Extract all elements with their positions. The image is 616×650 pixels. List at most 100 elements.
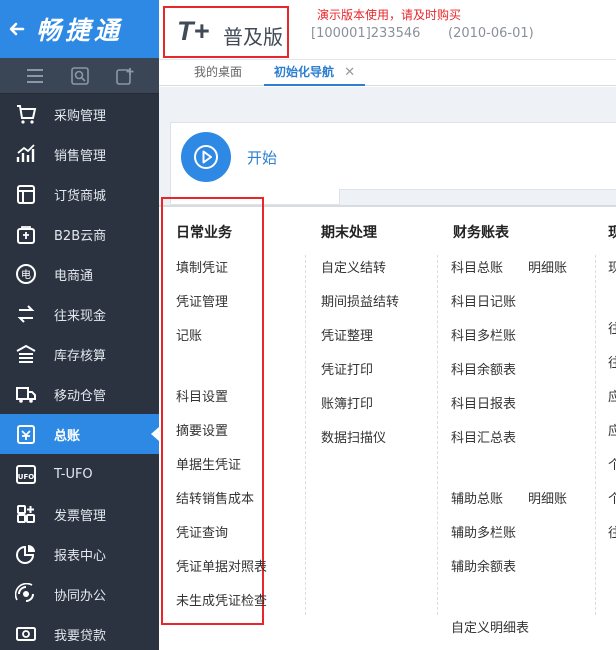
sidebar-item-inventory[interactable]: 库存核算 [0, 334, 159, 374]
sidebar-item-report-center[interactable]: 报表中心 [0, 534, 159, 574]
add-shortcut-icon[interactable] [114, 65, 136, 87]
sidebar-item-label: 电商通 [54, 268, 94, 284]
sidebar-item-label: 往来现金 [54, 308, 107, 324]
link-cut-3[interactable]: 往 [608, 352, 616, 371]
sidebar-item-general-ledger[interactable]: 总账 [0, 414, 159, 454]
tab-init-guide[interactable]: 初始化导航 ✕ [264, 60, 366, 86]
logo-edition: 普及版 [223, 25, 283, 49]
demo-notice[interactable]: 演示版本使用，请及时购买 [317, 6, 461, 23]
column-title-cut: 现 [608, 225, 616, 241]
sidebar-item-label: 我要贷款 [54, 628, 107, 644]
link-cut-8[interactable]: 往 [608, 522, 616, 541]
link-cut-2[interactable]: 往 [608, 318, 616, 337]
sidebar-menu: 采购管理 销售管理 订货商城 B2B云商 电 电商通 往来现金 库存核算 移动仓… [0, 94, 159, 650]
link-custom-carry[interactable]: 自定义结转 [321, 257, 386, 276]
column-title-period-end: 期末处理 [321, 225, 377, 241]
link-multi-column[interactable]: 科目多栏账 [451, 325, 516, 344]
sidebar-item-collaboration[interactable]: 协同办公 [0, 574, 159, 614]
link-voucher-manage[interactable]: 凭证管理 [176, 291, 228, 310]
brand-title: 畅捷通 [36, 16, 124, 45]
link-detail-ledger[interactable]: 明细账 [528, 257, 567, 276]
link-daily-report[interactable]: 科目日报表 [451, 393, 516, 412]
sidebar-item-b2b[interactable]: B2B云商 [0, 214, 159, 254]
link-voucher-doc-map[interactable]: 凭证单据对照表 [176, 556, 267, 575]
sidebar-item-cash[interactable]: 往来现金 [0, 294, 159, 334]
sidebar-toolbar [0, 58, 159, 94]
sidebar-item-purchase[interactable]: 采购管理 [0, 94, 159, 134]
trend-icon [14, 142, 38, 166]
sidebar-item-label: 报表中心 [54, 548, 107, 564]
link-cut-1[interactable]: 现 [608, 257, 616, 276]
link-cut-6[interactable]: 个 [608, 454, 616, 473]
link-cut-7[interactable]: 个 [608, 488, 616, 507]
cart-icon [14, 102, 38, 126]
sidebar-item-loan[interactable]: 我要贷款 [0, 614, 159, 650]
sidebar-item-ecommerce[interactable]: 电 电商通 [0, 254, 159, 294]
tab-bar: 我的桌面 初始化导航 ✕ [159, 60, 616, 86]
link-account-setup[interactable]: 科目设置 [176, 386, 228, 405]
init-guide-navigation: 日常业务 填制凭证 凭证管理 记账 科目设置 摘要设置 单据生凭证 结转销售成本… [159, 197, 616, 650]
main-content: 开始 日常业务 填制凭证 凭证管理 记账 科目设置 摘要设置 单据生凭证 结转销… [159, 87, 616, 650]
link-carry-sales-cost[interactable]: 结转销售成本 [176, 488, 254, 507]
link-post[interactable]: 记账 [176, 325, 202, 344]
sidebar-item-label: B2B云商 [54, 228, 107, 244]
link-pl-carry[interactable]: 期间损益结转 [321, 291, 399, 310]
link-summary-setup[interactable]: 摘要设置 [176, 420, 228, 439]
link-aux-detail[interactable]: 明细账 [528, 488, 567, 507]
link-account-ledger[interactable]: 科目总账 [451, 257, 503, 276]
brand-bar: 畅捷通 [0, 0, 159, 58]
close-icon[interactable]: ✕ [344, 65, 355, 80]
link-aux-ledger[interactable]: 辅助总账 [451, 488, 503, 507]
link-fill-voucher[interactable]: 填制凭证 [176, 257, 228, 276]
link-balance-sheet[interactable]: 科目余额表 [451, 359, 516, 378]
link-ungenerated-check[interactable]: 未生成凭证检查 [176, 590, 267, 609]
sidebar-item-label: 协同办公 [54, 588, 107, 604]
invoice-icon [14, 502, 38, 526]
sidebar-item-invoice[interactable]: 发票管理 [0, 494, 159, 534]
sidebar-item-label: 发票管理 [54, 508, 107, 524]
link-cut-5[interactable]: 应 [608, 420, 616, 439]
sidebar-item-label: 移动仓管 [54, 388, 107, 404]
link-voucher-tidy[interactable]: 凭证整理 [321, 325, 373, 344]
svg-text:电: 电 [21, 268, 31, 281]
link-cut-4[interactable]: 应 [608, 386, 616, 405]
pie-icon [14, 542, 38, 566]
store-icon [14, 182, 38, 206]
link-custom-detail[interactable]: 自定义明细表 [451, 617, 529, 636]
start-label[interactable]: 开始 [247, 147, 277, 168]
sidebar-item-mobile-warehouse[interactable]: 移动仓管 [0, 374, 159, 414]
play-icon[interactable] [181, 132, 231, 182]
sidebar-item-label: 采购管理 [54, 108, 107, 124]
ufo-icon: UFO [14, 462, 38, 486]
search-icon[interactable] [69, 65, 91, 87]
sidebar-item-order-mall[interactable]: 订货商城 [0, 174, 159, 214]
tab-label: 我的桌面 [194, 65, 243, 79]
back-arrow-icon[interactable] [6, 18, 28, 40]
link-data-scanner[interactable]: 数据扫描仪 [321, 427, 386, 446]
bag-icon [14, 222, 38, 246]
link-doc-to-voucher[interactable]: 单据生凭证 [176, 454, 241, 473]
start-card-tab [170, 189, 340, 205]
ecommerce-icon: 电 [14, 262, 38, 286]
app-window: 畅捷通 采购管理 销售管理 订货商城 B2B云商 电 电商通 往来现金 库存核算… [0, 0, 616, 650]
top-header: T+ 普及版 演示版本使用，请及时购买 [100001]233546 (2010… [159, 0, 616, 60]
start-band: 开始 [159, 87, 616, 205]
sidebar-item-sales[interactable]: 销售管理 [0, 134, 159, 174]
link-voucher-print[interactable]: 凭证打印 [321, 359, 373, 378]
link-voucher-query[interactable]: 凭证查询 [176, 522, 228, 541]
sidebar-item-label: 销售管理 [54, 148, 107, 164]
tab-my-desktop[interactable]: 我的桌面 [194, 60, 242, 86]
sidebar: 畅捷通 采购管理 销售管理 订货商城 B2B云商 电 电商通 往来现金 库存核算… [0, 0, 159, 650]
link-aux-balance[interactable]: 辅助余额表 [451, 556, 516, 575]
link-ledger-print[interactable]: 账簿打印 [321, 393, 373, 412]
start-card[interactable]: 开始 [170, 122, 616, 190]
link-summary-table[interactable]: 科目汇总表 [451, 427, 516, 446]
link-aux-multi-column[interactable]: 辅助多栏账 [451, 522, 516, 541]
warehouse-icon [14, 342, 38, 366]
truck-icon [14, 382, 38, 406]
menu-icon[interactable] [24, 65, 46, 87]
sidebar-item-t-ufo[interactable]: UFO T-UFO [0, 454, 159, 494]
logo-t-plus: T+ [177, 16, 210, 46]
link-account-journal[interactable]: 科目日记账 [451, 291, 516, 310]
column-divider [305, 255, 306, 615]
